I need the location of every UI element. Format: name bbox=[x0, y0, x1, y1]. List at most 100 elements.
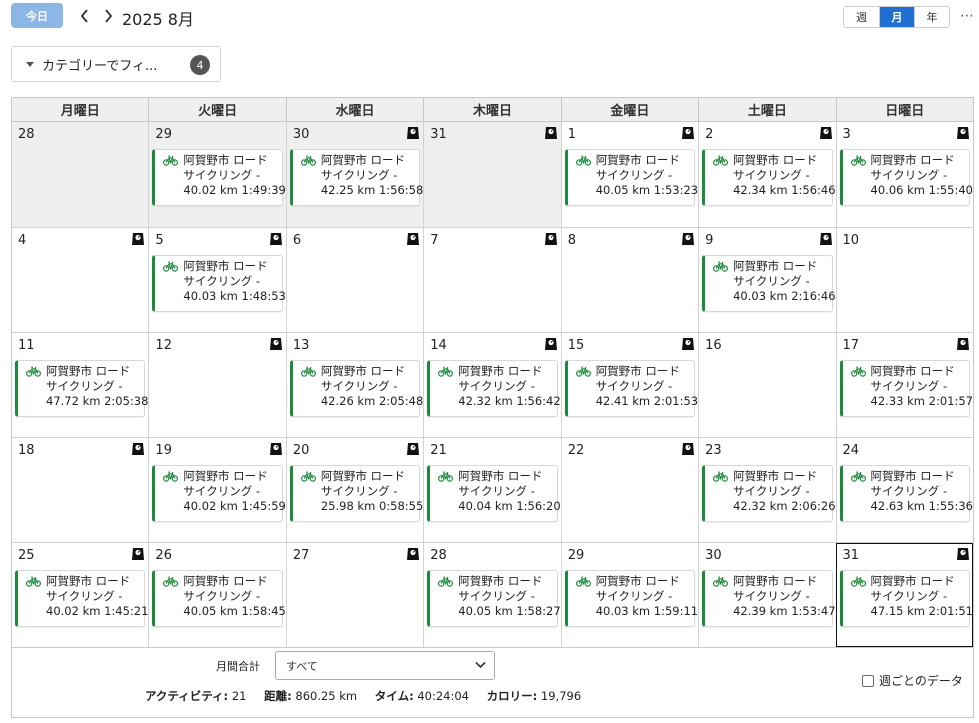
view-month-button[interactable]: 月 bbox=[879, 7, 914, 27]
activity-card[interactable]: 阿賀野市 ロード サイクリング -40.06 km 1:55:40 bbox=[839, 149, 973, 206]
weekly-data-checkbox[interactable] bbox=[862, 674, 874, 687]
day-cell[interactable]: 31 阿賀野市 ロード サイクリング -47.15 km 2:01:51 bbox=[835, 543, 973, 647]
day-cell[interactable]: 24 阿賀野市 ロード サイクリング -42.63 km 1:55:36 bbox=[835, 438, 973, 542]
ellipsis-icon: ⋯ bbox=[960, 8, 974, 24]
activity-card[interactable]: 阿賀野市 ロード サイクリング -47.72 km 2:05:38 bbox=[15, 360, 148, 417]
day-number: 28 bbox=[430, 548, 447, 563]
activity-card[interactable]: 阿賀野市 ロード サイクリング -42.25 km 1:56:58 bbox=[289, 149, 423, 206]
activity-card[interactable]: 阿賀野市 ロード サイクリング -40.05 km 1:58:27 bbox=[427, 570, 561, 627]
activity-card[interactable]: 阿賀野市 ロード サイクリング -40.03 km 2:16:46 bbox=[702, 255, 836, 312]
activity-card[interactable]: 阿賀野市 ロード サイクリング -42.34 km 1:56:46 bbox=[702, 149, 836, 206]
activity-card[interactable]: 阿賀野市 ロード サイクリング -40.05 km 1:53:23 bbox=[564, 149, 698, 206]
weigh-in-icon[interactable] bbox=[681, 337, 695, 351]
activity-card[interactable]: 阿賀野市 ロード サイクリング -40.05 km 1:58:45 bbox=[152, 570, 286, 627]
weigh-in-icon[interactable] bbox=[544, 337, 558, 351]
day-cell[interactable]: 10 bbox=[835, 228, 973, 332]
summary-activity-select[interactable]: すべて bbox=[275, 651, 495, 680]
weigh-in-icon[interactable] bbox=[681, 126, 695, 140]
activity-card[interactable]: 阿賀野市 ロード サイクリング -40.02 km 1:45:59 bbox=[152, 465, 286, 522]
activity-card[interactable]: 阿賀野市 ロード サイクリング -40.04 km 1:56:20 bbox=[427, 465, 561, 522]
day-cell[interactable]: 25 阿賀野市 ロード サイクリング -40.02 km 1:45:21 bbox=[12, 543, 148, 647]
day-cell[interactable]: 23 阿賀野市 ロード サイクリング -42.32 km 2:06:26 bbox=[698, 438, 836, 542]
day-cell[interactable]: 27 bbox=[285, 543, 424, 647]
weigh-in-icon[interactable] bbox=[406, 442, 420, 456]
weigh-in-icon[interactable] bbox=[819, 126, 833, 140]
weigh-in-icon[interactable] bbox=[956, 126, 970, 140]
weigh-in-icon[interactable] bbox=[269, 337, 283, 351]
weigh-in-icon[interactable] bbox=[131, 547, 145, 561]
day-cell[interactable]: 21 阿賀野市 ロード サイクリング -40.04 km 1:56:20 bbox=[423, 438, 561, 542]
activity-card[interactable]: 阿賀野市 ロード サイクリング -40.03 km 1:48:53 bbox=[152, 255, 286, 312]
day-cell[interactable]: 15 阿賀野市 ロード サイクリング -42.41 km 2:01:53 bbox=[560, 333, 698, 437]
view-year-button[interactable]: 年 bbox=[914, 7, 949, 27]
weigh-in-icon[interactable] bbox=[406, 126, 420, 140]
day-cell[interactable]: 26 阿賀野市 ロード サイクリング -40.05 km 1:58:45 bbox=[148, 543, 286, 647]
day-cell[interactable]: 30 阿賀野市 ロード サイクリング -42.25 km 1:56:58 bbox=[285, 122, 423, 227]
day-cell[interactable]: 4 bbox=[12, 228, 149, 332]
weigh-in-icon[interactable] bbox=[819, 232, 833, 246]
day-cell[interactable]: 22 bbox=[560, 438, 699, 542]
day-cell[interactable]: 30 阿賀野市 ロード サイクリング -42.39 km 1:53:47 bbox=[698, 543, 836, 647]
day-cell[interactable]: 8 bbox=[560, 228, 699, 332]
day-cell[interactable]: 1 阿賀野市 ロード サイクリング -40.05 km 1:53:23 bbox=[560, 122, 698, 227]
activity-stats-line: 40.03 km 1:48:53 bbox=[183, 289, 286, 303]
weigh-in-icon[interactable] bbox=[544, 126, 558, 140]
weigh-in-icon[interactable] bbox=[131, 442, 145, 456]
weigh-in-icon[interactable] bbox=[406, 547, 420, 561]
activity-card[interactable]: 阿賀野市 ロード サイクリング -42.39 km 1:53:47 bbox=[702, 570, 836, 627]
cycling-icon bbox=[438, 366, 454, 377]
weigh-in-icon[interactable] bbox=[406, 232, 420, 246]
day-cell[interactable]: 20 阿賀野市 ロード サイクリング -25.98 km 0:58:55 bbox=[285, 438, 423, 542]
activity-type-line: サイクリング - bbox=[183, 484, 260, 498]
activity-type-line: サイクリング - bbox=[595, 589, 673, 603]
day-cell[interactable]: 28 bbox=[12, 122, 149, 227]
category-filter-button[interactable]: カテゴリーでフィ... 4 bbox=[11, 46, 221, 82]
activity-card[interactable]: 阿賀野市 ロード サイクリング -42.41 km 2:01:53 bbox=[564, 360, 698, 417]
day-cell[interactable]: 29 阿賀野市 ロード サイクリング -40.03 km 1:59:11 bbox=[560, 543, 698, 647]
activity-card[interactable]: 阿賀野市 ロード サイクリング -42.32 km 1:56:42 bbox=[427, 360, 561, 417]
day-cell[interactable]: 16 bbox=[698, 333, 836, 437]
activity-stats-line: 40.05 km 1:58:45 bbox=[183, 604, 286, 618]
day-cell[interactable]: 28 阿賀野市 ロード サイクリング -40.05 km 1:58:27 bbox=[423, 543, 561, 647]
next-month-button[interactable] bbox=[99, 5, 117, 27]
day-cell[interactable]: 7 bbox=[423, 228, 561, 332]
activity-card[interactable]: 阿賀野市 ロード サイクリング -42.33 km 2:01:57 bbox=[839, 360, 973, 417]
today-button[interactable]: 今日 bbox=[11, 3, 63, 28]
day-cell[interactable]: 12 bbox=[148, 333, 286, 437]
day-cell[interactable]: 31 bbox=[423, 122, 561, 227]
weigh-in-icon[interactable] bbox=[269, 232, 283, 246]
day-cell[interactable]: 18 bbox=[12, 438, 149, 542]
day-cell[interactable]: 13 阿賀野市 ロード サイクリング -42.26 km 2:05:48 bbox=[285, 333, 423, 437]
weigh-in-icon[interactable] bbox=[681, 232, 695, 246]
day-cell[interactable]: 3 阿賀野市 ロード サイクリング -40.06 km 1:55:40 bbox=[835, 122, 973, 227]
activity-card[interactable]: 阿賀野市 ロード サイクリング -40.03 km 1:59:11 bbox=[564, 570, 698, 627]
day-cell[interactable]: 14 阿賀野市 ロード サイクリング -42.32 km 1:56:42 bbox=[423, 333, 561, 437]
day-cell[interactable]: 5 阿賀野市 ロード サイクリング -40.03 km 1:48:53 bbox=[148, 228, 286, 332]
more-options-button[interactable]: ⋯ bbox=[958, 6, 976, 26]
activity-card[interactable]: 阿賀野市 ロード サイクリング -25.98 km 0:58:55 bbox=[289, 465, 423, 522]
activity-card[interactable]: 阿賀野市 ロード サイクリング -47.15 km 2:01:51 bbox=[839, 570, 973, 627]
weigh-in-icon[interactable] bbox=[681, 442, 695, 456]
weekly-data-toggle[interactable]: 週ごとのデータ bbox=[862, 672, 963, 689]
activity-card[interactable]: 阿賀野市 ロード サイクリング -42.26 km 2:05:48 bbox=[289, 360, 423, 417]
prev-month-button[interactable] bbox=[76, 5, 94, 27]
day-cell[interactable]: 6 bbox=[285, 228, 424, 332]
weigh-in-icon[interactable] bbox=[956, 337, 970, 351]
day-cell[interactable]: 17 阿賀野市 ロード サイクリング -42.33 km 2:01:57 bbox=[835, 333, 973, 437]
weigh-in-icon[interactable] bbox=[269, 442, 283, 456]
day-cell[interactable]: 2 阿賀野市 ロード サイクリング -42.34 km 1:56:46 bbox=[698, 122, 836, 227]
activity-card[interactable]: 阿賀野市 ロード サイクリング -42.32 km 2:06:26 bbox=[702, 465, 836, 522]
day-cell[interactable]: 19 阿賀野市 ロード サイクリング -40.02 km 1:45:59 bbox=[148, 438, 286, 542]
day-cell[interactable]: 29 阿賀野市 ロード サイクリング -40.02 km 1:49:39 bbox=[148, 122, 286, 227]
view-week-button[interactable]: 週 bbox=[844, 7, 879, 27]
day-cell[interactable]: 11 阿賀野市 ロード サイクリング -47.72 km 2:05:38 bbox=[12, 333, 148, 437]
activity-type-line: サイクリング - bbox=[595, 168, 673, 182]
activity-card[interactable]: 阿賀野市 ロード サイクリング -40.02 km 1:49:39 bbox=[152, 149, 286, 206]
day-cell[interactable]: 9 阿賀野市 ロード サイクリング -40.03 km 2:16:46 bbox=[698, 228, 836, 332]
activity-title-line: 阿賀野市 ロード bbox=[300, 469, 415, 484]
weigh-in-icon[interactable] bbox=[131, 232, 145, 246]
activity-card[interactable]: 阿賀野市 ロード サイクリング -40.02 km 1:45:21 bbox=[15, 570, 148, 627]
weigh-in-icon[interactable] bbox=[544, 232, 558, 246]
activity-card[interactable]: 阿賀野市 ロード サイクリング -42.63 km 1:55:36 bbox=[839, 465, 973, 522]
weigh-in-icon[interactable] bbox=[956, 547, 970, 561]
